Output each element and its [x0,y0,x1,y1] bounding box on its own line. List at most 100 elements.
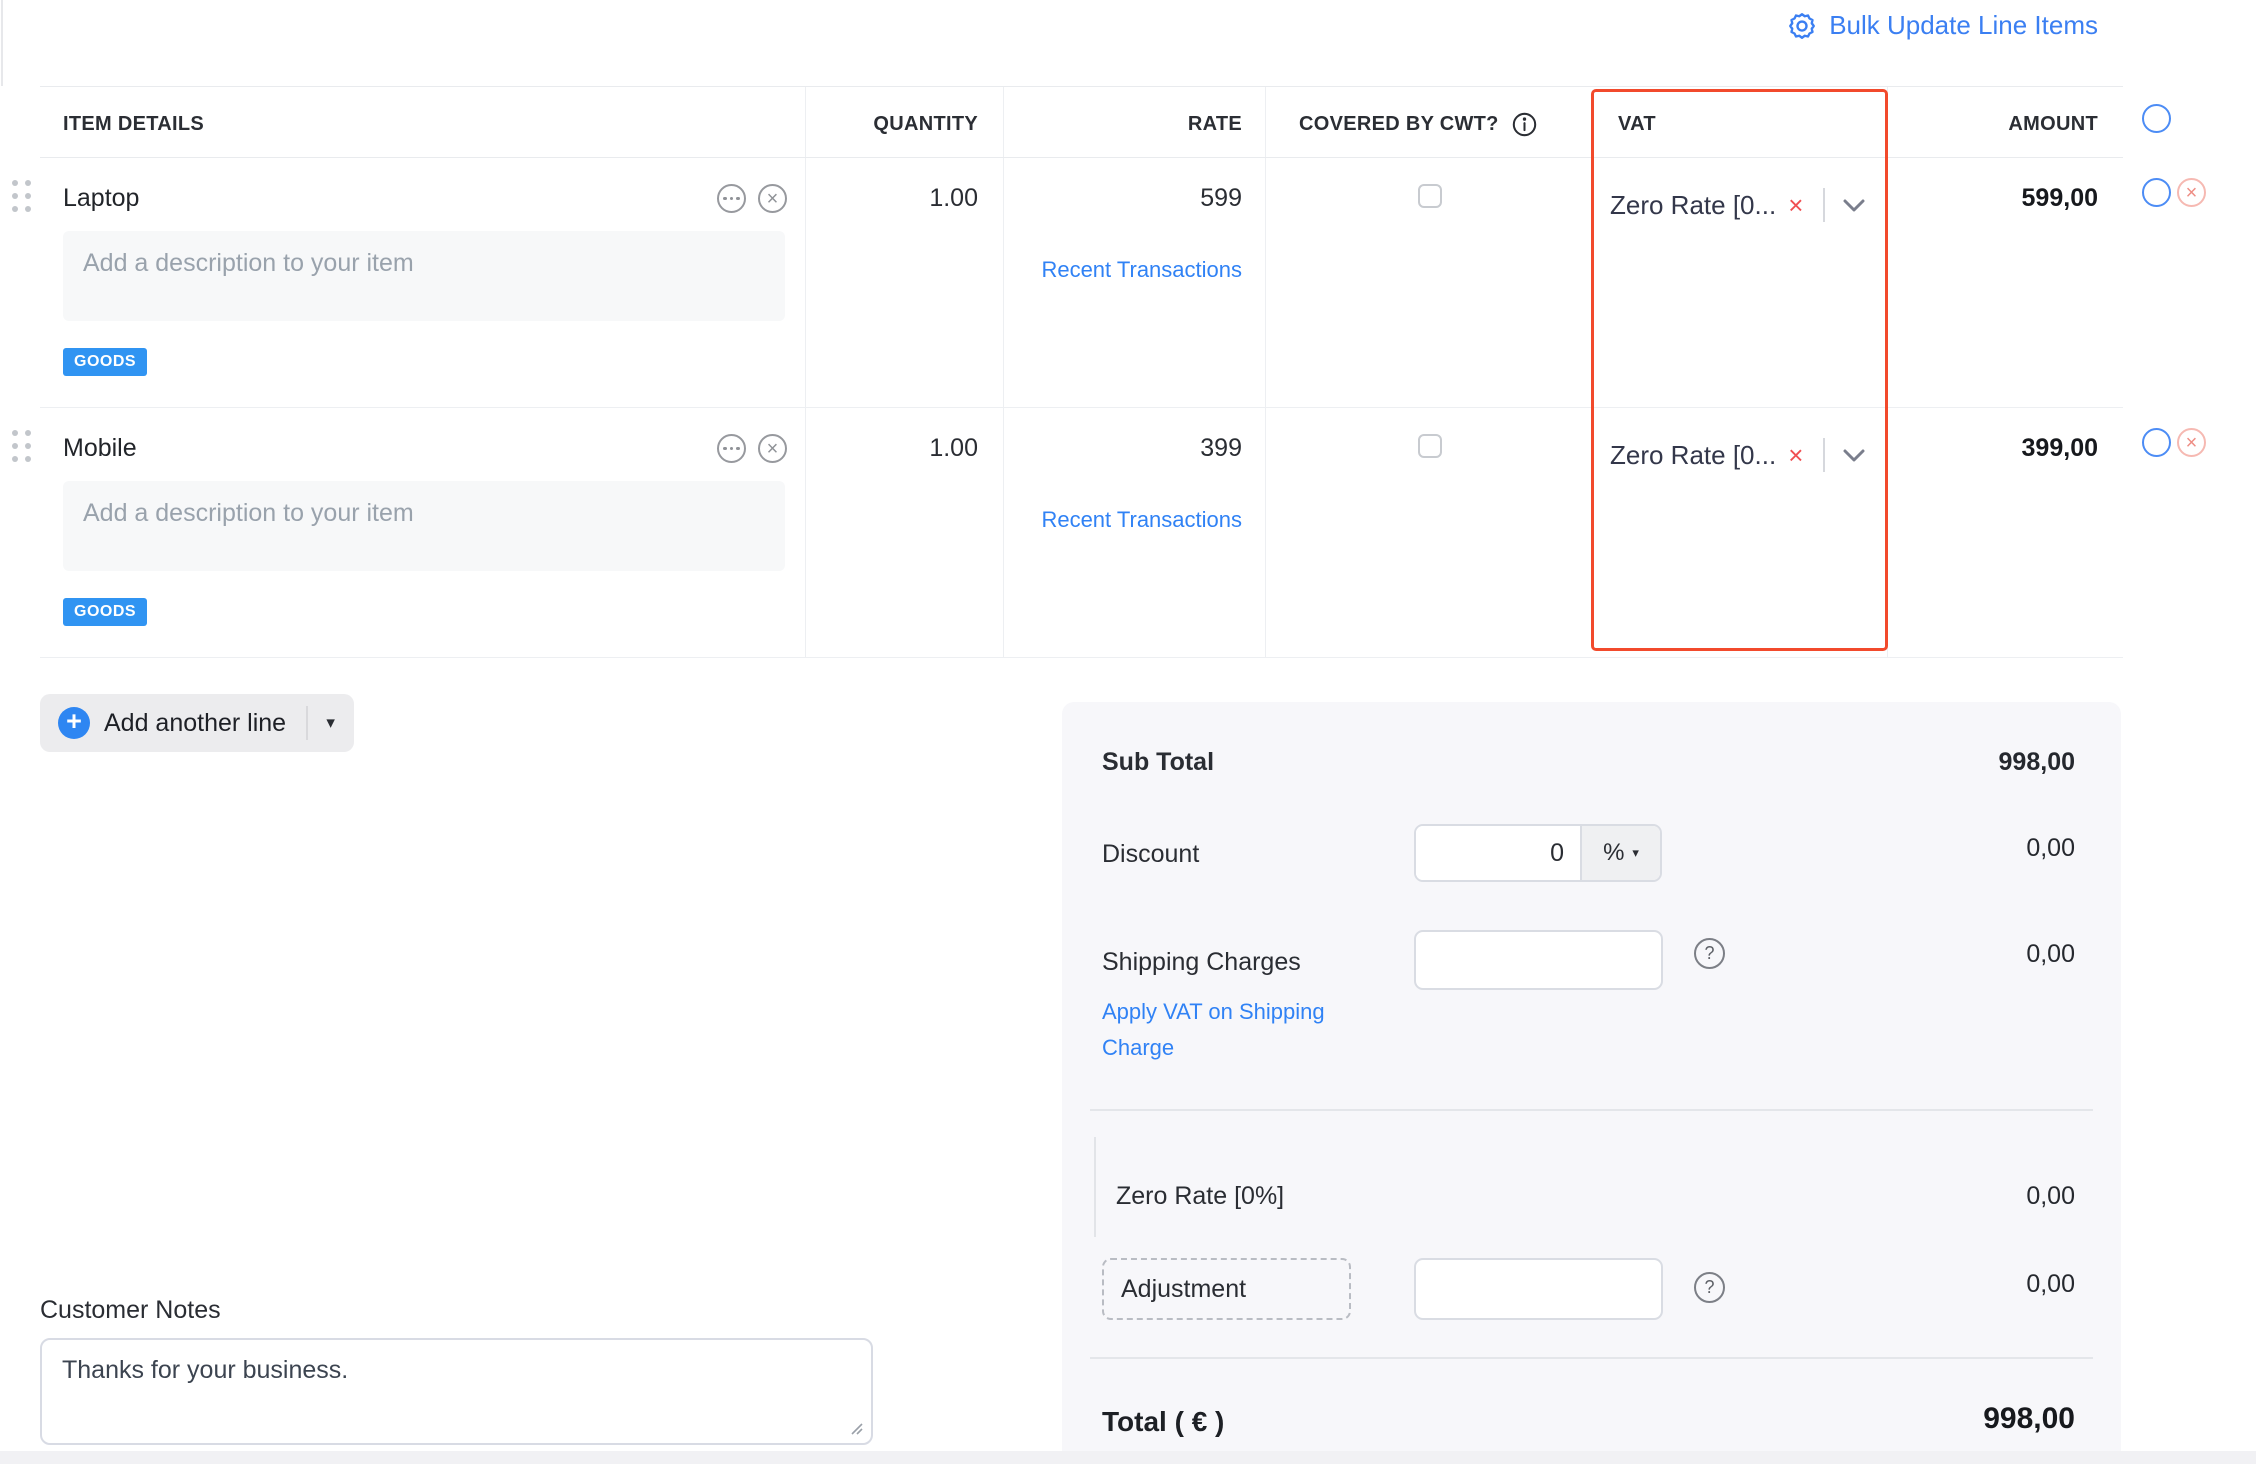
covered-by-cwt-cell [1265,408,1594,657]
summary-divider [1090,1109,2093,1111]
tax-row-label: Zero Rate [0%] [1116,1182,1285,1210]
quantity-value[interactable]: 1.00 [805,408,1003,657]
item-description-input[interactable] [63,231,785,321]
vat-value[interactable]: Zero Rate [0... [1610,440,1776,471]
vat-clear-icon[interactable]: × [1788,192,1803,218]
item-details-cell: Mobile × GOODS [12,408,805,657]
summary-divider [1090,1357,2093,1359]
header-quantity: QUANTITY [805,87,1003,157]
cwt-checkbox[interactable] [1418,184,1442,208]
discount-amount: 0,00 [2026,834,2075,862]
rate-cell: 399 Recent Transactions [1003,408,1265,657]
question-icon[interactable]: ? [1694,1272,1725,1303]
recent-transactions-link[interactable]: Recent Transactions [1041,507,1242,533]
ellipsis-icon [723,446,740,451]
vat-cell: Zero Rate [0... × [1594,408,1887,657]
customer-notes-input[interactable]: Thanks for your business. [40,1338,873,1445]
customer-notes-label: Customer Notes [40,1296,221,1324]
row-menu-icon[interactable] [2142,178,2171,207]
plus-icon: + [58,706,90,739]
add-line-dropdown-toggle[interactable]: ▾ [308,694,354,752]
item-remove-icon[interactable]: × [758,184,787,213]
adjustment-amount: 0,00 [2026,1270,2075,1298]
amount-value: 399,00 [1887,408,2123,657]
vat-select[interactable]: Zero Rate [0... × [1610,188,1865,222]
total-label: Total ( € ) [1102,1406,1225,1437]
shipping-charges-input[interactable] [1414,930,1663,990]
cwt-checkbox[interactable] [1418,434,1442,458]
caret-down-icon: ▾ [326,713,335,733]
total-amount: 998,00 [1983,1402,2075,1435]
row-actions: × [2142,178,2206,207]
item-remove-icon[interactable]: × [758,434,787,463]
page-left-border [1,0,3,86]
tax-row-amount: 0,00 [2026,1182,2075,1210]
item-name[interactable]: Laptop [63,184,717,213]
discount-label: Discount [1102,840,1200,868]
row-delete-icon[interactable]: × [2177,428,2206,457]
item-name[interactable]: Mobile [63,434,717,463]
item-type-badge: GOODS [63,598,148,626]
chevron-down-icon[interactable] [1843,449,1865,468]
ellipsis-icon [723,196,740,201]
discount-unit-dropdown[interactable]: % ▾ [1580,826,1660,880]
add-another-line-button[interactable]: + Add another line ▾ [40,694,354,752]
rate-cell: 599 Recent Transactions [1003,158,1265,407]
amount-value: 599,00 [1887,158,2123,407]
header-amount: AMOUNT [1887,87,2123,157]
adjustment-label-field[interactable]: Adjustment [1102,1258,1351,1320]
shipping-charges-label: Shipping Charges [1102,948,1301,976]
info-icon[interactable] [1511,111,1538,157]
caret-down-icon: ▾ [1632,845,1639,861]
row-menu-icon[interactable] [2142,428,2171,457]
table-header-row: ITEM DETAILS QUANTITY RATE COVERED BY CW… [40,87,2123,158]
sub-total-amount: 998,00 [1998,748,2075,776]
vat-clear-icon[interactable]: × [1788,442,1803,468]
add-another-line-label: Add another line [104,708,287,737]
header-covered-by-cwt-label: COVERED BY CWT? [1299,113,1499,135]
gear-icon [1787,11,1817,41]
line-items-table: ITEM DETAILS QUANTITY RATE COVERED BY CW… [12,86,2123,658]
discount-input-group: % ▾ [1414,824,1662,882]
line-item-row-mobile: Mobile × GOODS 1.00 399 Recent Transacti… [12,408,2123,658]
row-actions: × [2142,428,2206,457]
bottom-strip [0,1451,2256,1464]
item-details-cell: Laptop × GOODS [12,158,805,407]
vat-select[interactable]: Zero Rate [0... × [1610,438,1865,472]
header-rate: RATE [1003,87,1265,157]
chevron-down-icon[interactable] [1843,199,1865,218]
adjustment-input[interactable] [1414,1258,1663,1320]
apply-vat-on-shipping-link[interactable]: Apply VAT on Shipping Charge [1102,994,1352,1066]
item-type-badge: GOODS [63,348,148,376]
covered-by-cwt-cell [1265,158,1594,407]
invoice-line-items-screen: Bulk Update Line Items ITEM DETAILS QUAN… [0,0,2256,1464]
table-menu-icon[interactable] [2142,104,2171,133]
header-covered-by-cwt: COVERED BY CWT? [1265,87,1594,157]
item-menu-icon[interactable] [717,184,746,213]
rate-value[interactable]: 399 [1200,434,1242,463]
row-delete-icon[interactable]: × [2177,178,2206,207]
sub-total-label: Sub Total [1102,748,1215,776]
shipping-amount: 0,00 [2026,940,2075,968]
header-item-details: ITEM DETAILS [63,113,205,135]
vat-chip-divider [1823,438,1825,472]
item-menu-icon[interactable] [717,434,746,463]
add-another-line-main[interactable]: + Add another line [40,706,306,739]
drag-handle-icon[interactable] [12,180,38,220]
vat-cell: Zero Rate [0... × [1594,158,1887,407]
discount-input[interactable] [1416,826,1580,880]
discount-unit-label: % [1603,839,1625,866]
recent-transactions-link[interactable]: Recent Transactions [1041,257,1242,283]
header-vat: VAT [1618,113,1656,135]
drag-handle-icon[interactable] [12,430,38,470]
item-description-input[interactable] [63,481,785,571]
invoice-summary-panel: Sub Total 998,00 Discount % ▾ 0,00 Shipp… [1062,702,2121,1464]
table-header-actions [2142,104,2171,133]
quantity-value[interactable]: 1.00 [805,158,1003,407]
tax-section-border [1094,1137,1096,1237]
vat-chip-divider [1823,188,1825,222]
bulk-update-line-items-button[interactable]: Bulk Update Line Items [1787,10,2098,41]
question-icon[interactable]: ? [1694,938,1725,969]
rate-value[interactable]: 599 [1200,184,1242,213]
vat-value[interactable]: Zero Rate [0... [1610,190,1776,221]
